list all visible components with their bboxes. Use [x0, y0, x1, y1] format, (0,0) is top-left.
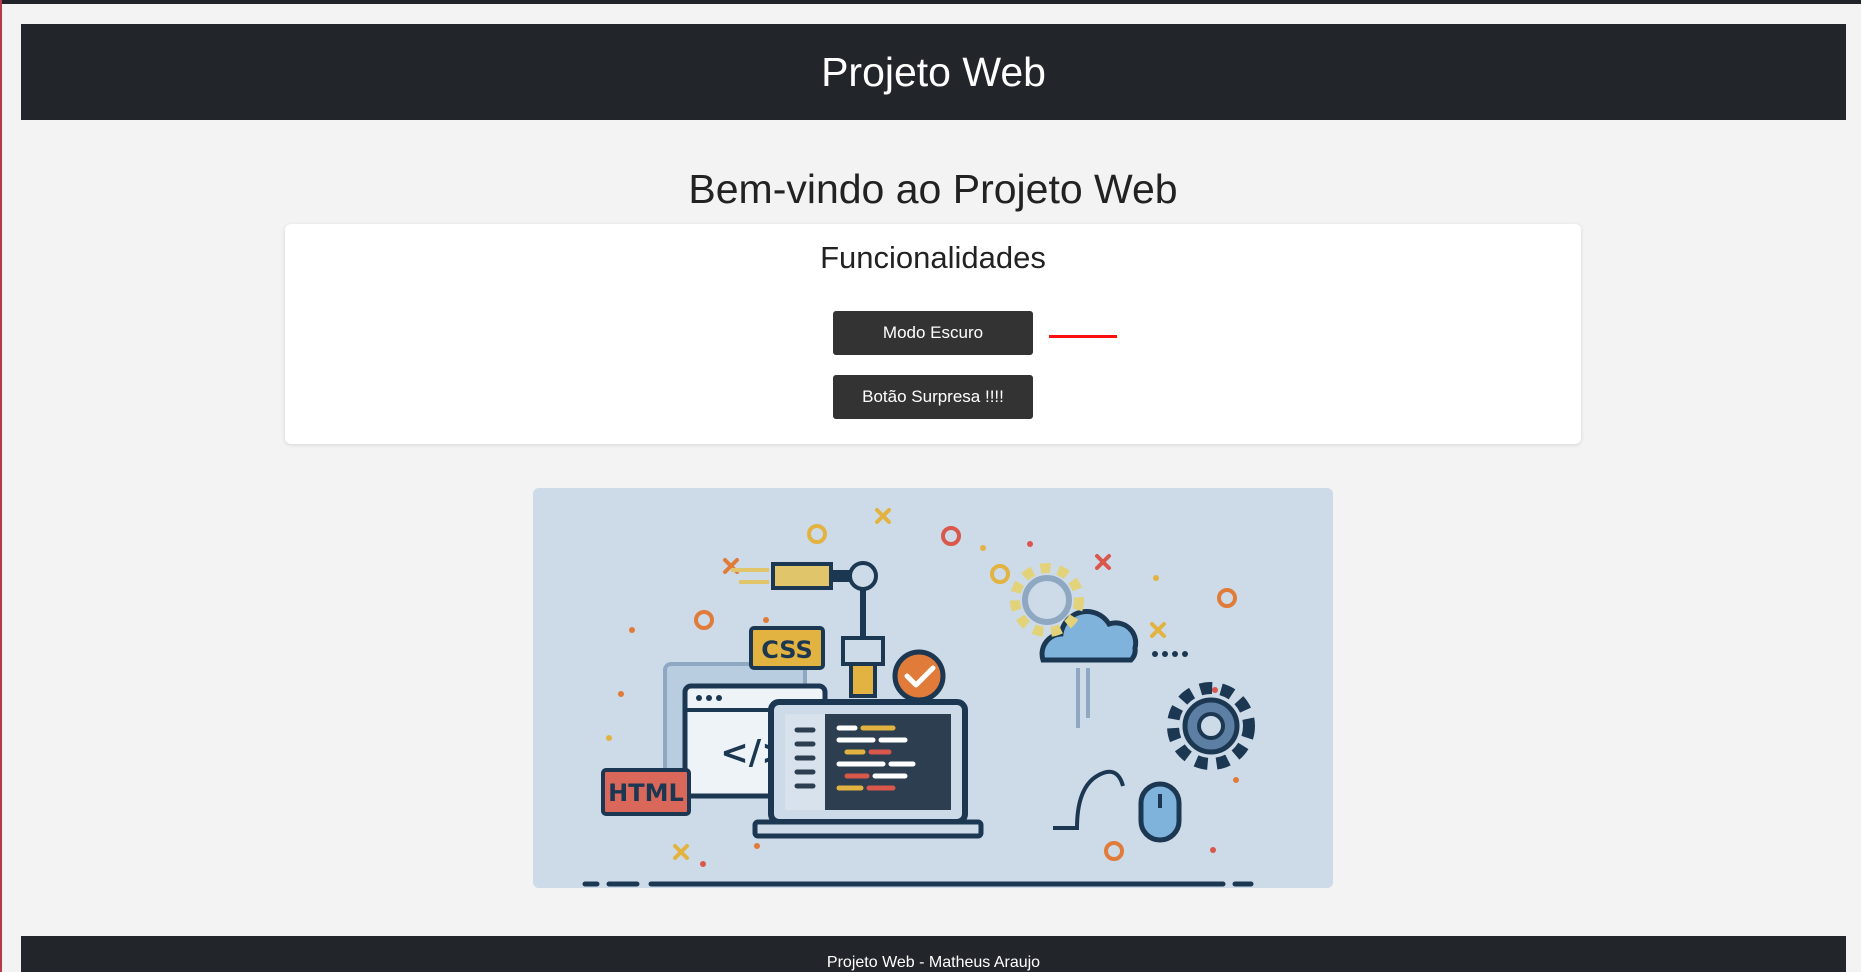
checkmark-badge-icon	[892, 649, 946, 703]
window-left-edge	[0, 0, 2, 972]
footer-credit: Projeto Web - Matheus Araujo	[826, 954, 1041, 971]
illustration-svg: </> CSS HTML	[533, 488, 1333, 888]
svg-text:HTML: HTML	[608, 779, 684, 807]
top-border	[0, 0, 1861, 4]
web-development-illustration: </> CSS HTML	[533, 488, 1333, 888]
surprise-button[interactable]: Botão Surpresa !!!!	[833, 375, 1033, 419]
site-header: Projeto Web	[21, 24, 1846, 120]
dark-mode-button[interactable]: Modo Escuro	[833, 311, 1033, 355]
features-card: Funcionalidades Modo Escuro Botão Surpre…	[285, 224, 1581, 444]
red-underline-mark	[1049, 335, 1117, 338]
css-badge-icon: CSS	[749, 626, 825, 670]
html-badge-icon: HTML	[601, 768, 691, 816]
svg-text:CSS: CSS	[761, 636, 813, 664]
site-footer: Projeto Web - Matheus Araujo	[21, 936, 1846, 972]
features-title: Funcionalidades	[820, 240, 1046, 275]
welcome-heading: Bem-vindo ao Projeto Web	[688, 166, 1178, 212]
site-title: Projeto Web	[821, 48, 1046, 95]
laptop-icon	[752, 699, 984, 839]
